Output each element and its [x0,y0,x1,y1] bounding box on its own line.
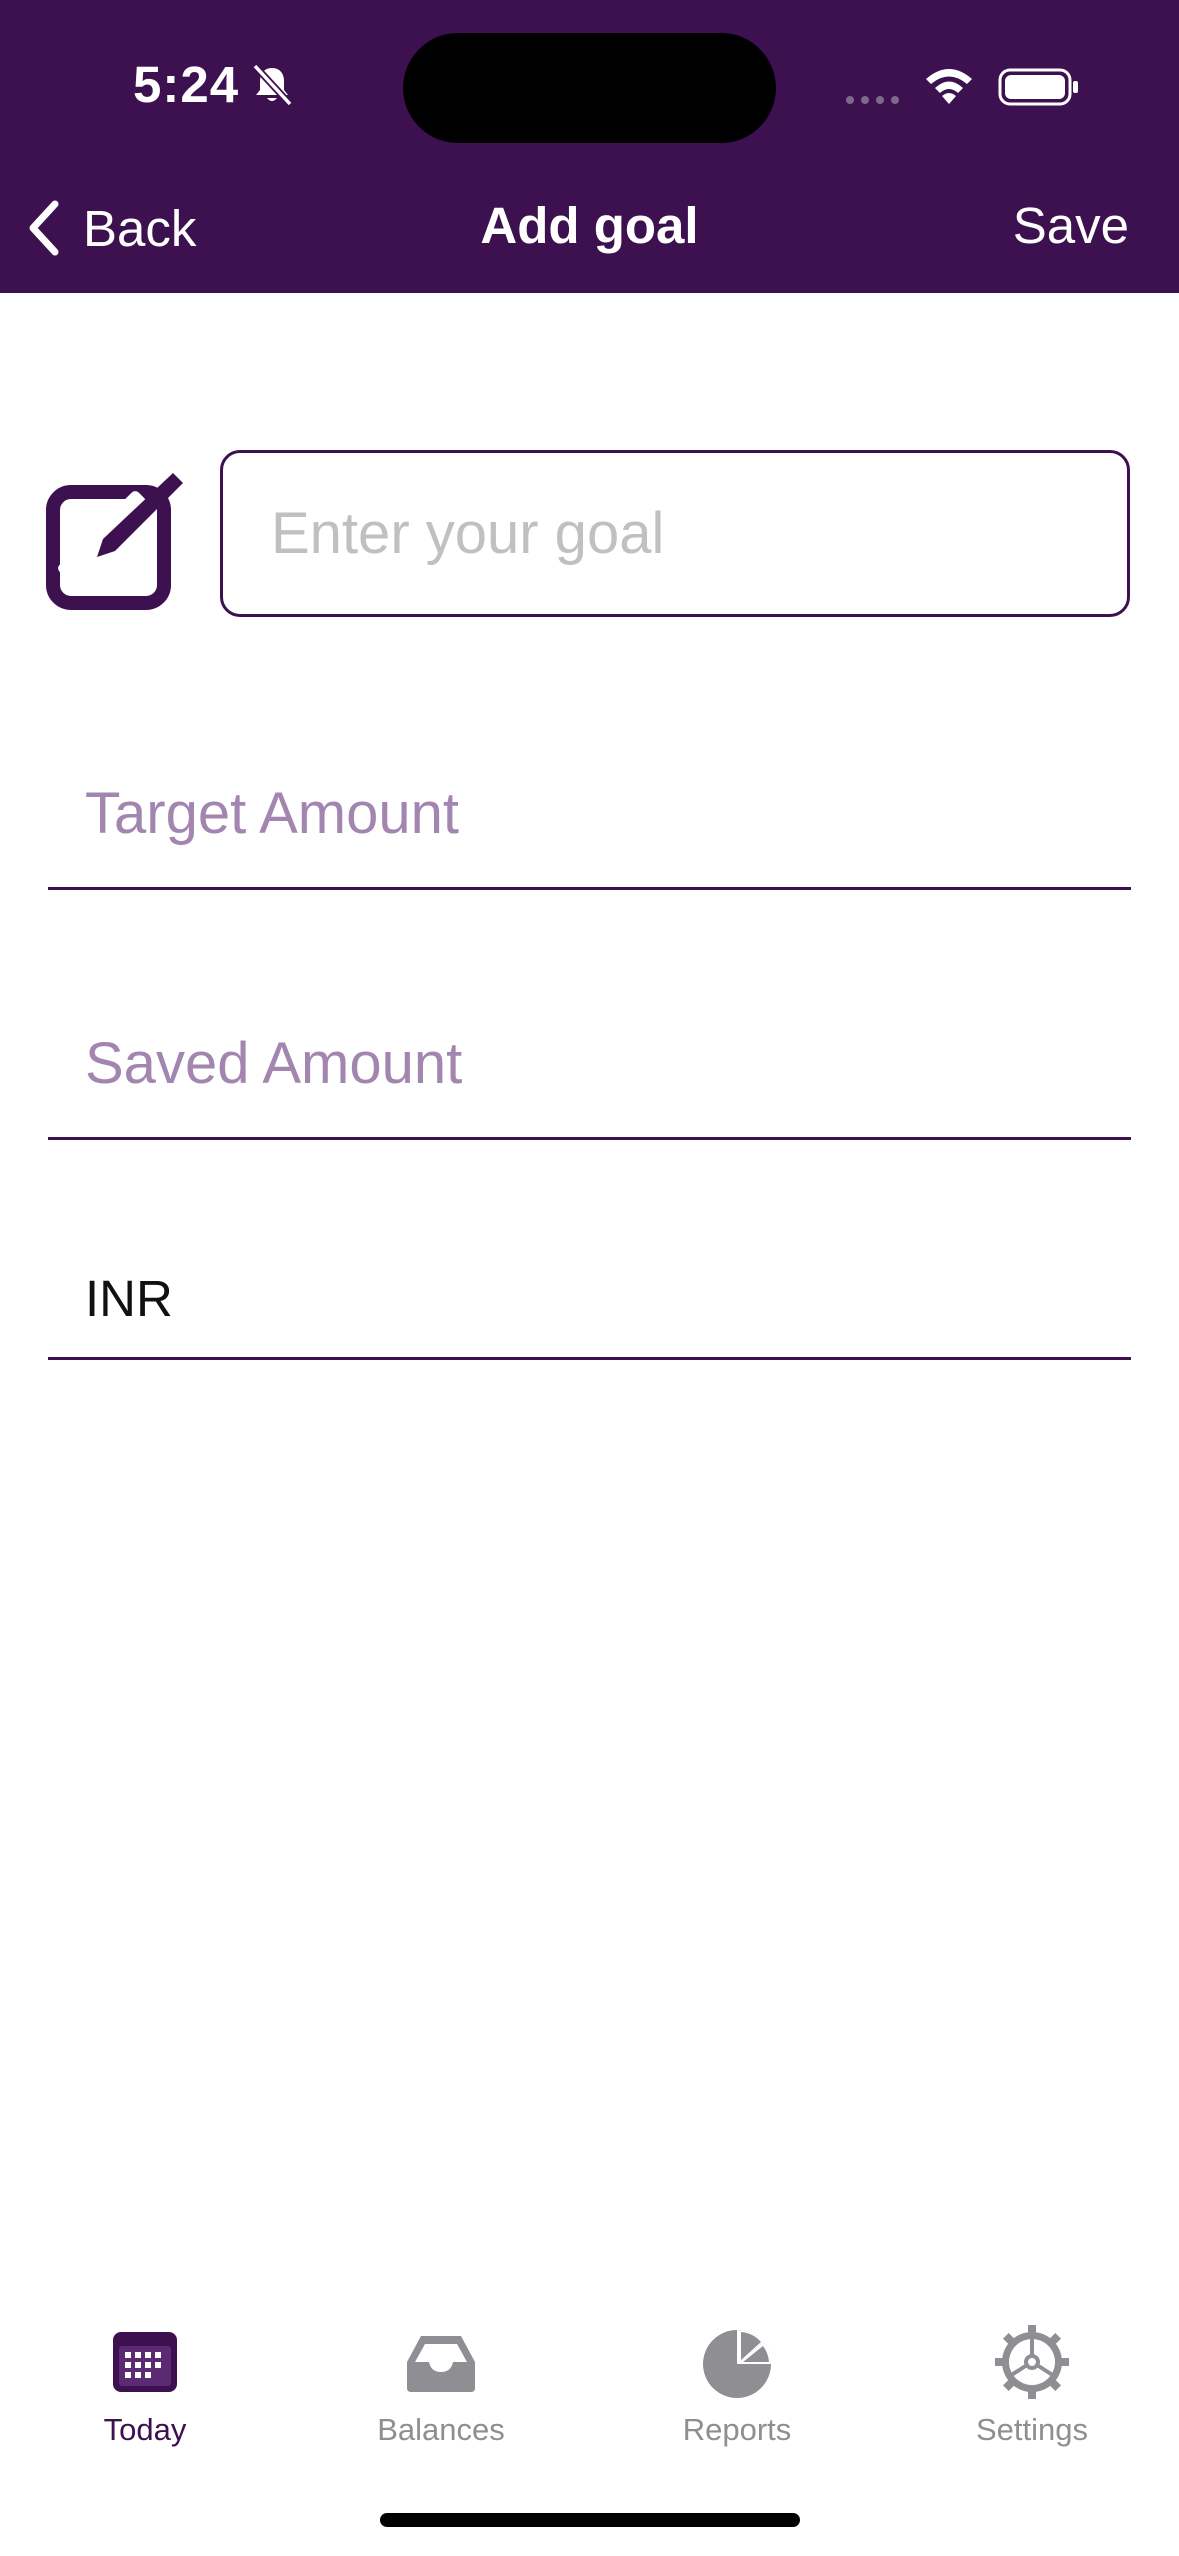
currency-selector[interactable]: INR [48,1240,1131,1360]
tab-bar: Today Balances Reports Settings [0,2300,1179,2470]
target-amount-input[interactable] [48,740,1131,887]
status-time: 5:24 [133,56,240,113]
home-indicator [380,2513,800,2527]
saved-amount-input[interactable] [48,990,1131,1137]
signal-dots-icon [846,96,899,104]
save-button[interactable]: Save [1013,196,1129,255]
tab-label: Reports [682,2412,792,2447]
tab-balances[interactable]: Balances [341,2322,541,2448]
gear-icon [995,2325,1069,2399]
tab-reports[interactable]: Reports [637,2322,837,2448]
target-amount-field [48,740,1131,890]
calendar-icon [113,2332,177,2392]
edit-icon [46,473,183,610]
tab-label: Balances [377,2412,505,2447]
tab-label: Today [103,2412,187,2447]
tab-settings[interactable]: Settings [932,2322,1132,2448]
bell-off-icon [252,63,293,107]
battery-icon [998,68,1078,106]
wifi-icon [926,69,972,104]
pie-chart-icon [703,2330,772,2398]
saved-amount-field [48,990,1131,1140]
nav-header: 5:24 Back Add goal Save [0,0,1179,293]
tab-label: Settings [975,2412,1088,2447]
goal-input[interactable] [220,450,1130,617]
dynamic-island [403,33,776,143]
currency-value: INR [85,1270,173,1327]
inbox-icon [407,2336,475,2392]
page-title: Add goal [480,197,699,254]
tab-today[interactable]: Today [45,2322,245,2448]
